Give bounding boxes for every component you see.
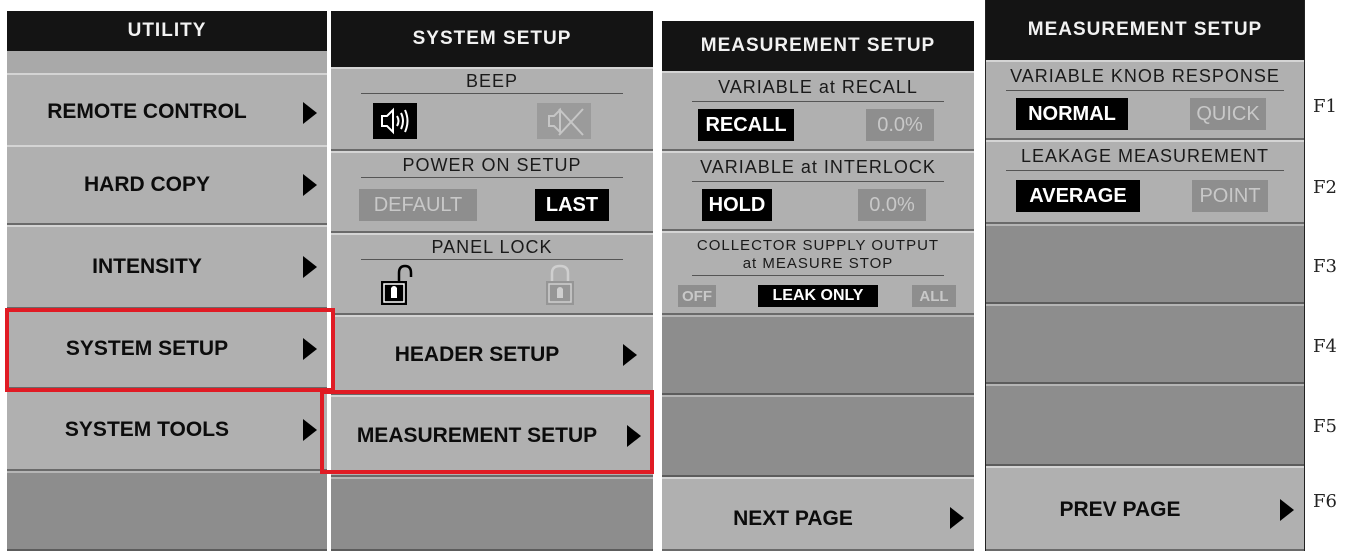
utility-title: UTILITY [7,11,327,51]
padlock-closed-icon[interactable] [543,263,577,307]
system-setup-label: SYSTEM SETUP [65,337,229,360]
arrow-right-icon [623,344,637,366]
prev-page-label: PREV PAGE [1059,498,1181,521]
system-setup-button[interactable]: SYSTEM SETUP [7,309,327,389]
f4-key-label: F4 [1313,336,1337,357]
hard-copy-button[interactable]: HARD COPY [7,145,327,225]
recall-option[interactable]: RECALL [698,109,794,141]
system-tools-label: SYSTEM TOOLS [64,418,230,441]
panel-lock-section: PANEL LOCK [331,233,653,315]
power-on-default-option[interactable]: DEFAULT [359,189,477,221]
empty-slot [986,304,1304,384]
point-option[interactable]: POINT [1192,180,1268,212]
variable-recall-section: VARIABLE at RECALL RECALL 0.0% [662,71,974,151]
f2-key-label: F2 [1313,177,1337,198]
variable-recall-title: VARIABLE at RECALL [718,77,918,97]
empty-slot [662,315,974,395]
empty-slot [662,395,974,477]
arrow-right-icon [303,174,317,196]
divider [361,259,623,260]
next-page-label: NEXT PAGE [733,507,853,530]
intensity-button[interactable]: INTENSITY [7,225,327,309]
collector-supply-title-2: at MEASURE STOP [742,255,894,272]
divider [1006,170,1284,171]
quick-option[interactable]: QUICK [1190,98,1266,130]
measurement-setup-page1-panel: MEASUREMENT SETUP VARIABLE at RECALL REC… [662,21,974,551]
arrow-right-icon [950,507,964,529]
variable-interlock-section: VARIABLE at INTERLOCK HOLD 0.0% [662,151,974,231]
collector-leak-only-option[interactable]: LEAK ONLY [758,285,878,307]
empty-slot [986,384,1304,466]
utility-panel: UTILITY REMOTE CONTROL HARD COPY INTENSI… [7,11,327,551]
speaker-on-icon[interactable] [373,103,417,139]
prev-page-button[interactable]: PREV PAGE [986,466,1304,551]
interlock-zero-percent-option[interactable]: 0.0% [858,189,926,221]
divider [1006,90,1284,91]
arrow-right-icon [1280,499,1294,521]
measurement-setup-title: MEASUREMENT SETUP [662,21,974,71]
measurement-setup-page2-panel: MEASUREMENT SETUP VARIABLE KNOB RESPONSE… [985,0,1305,551]
arrow-right-icon [303,256,317,278]
panel-lock-title: PANEL LOCK [431,237,553,257]
average-option[interactable]: AVERAGE [1016,180,1140,212]
collector-supply-title-1: COLLECTOR SUPPLY OUTPUT [696,237,940,254]
next-page-button[interactable]: NEXT PAGE [662,477,974,551]
remote-control-label: REMOTE CONTROL [47,100,247,123]
f1-key-label: F1 [1313,96,1337,117]
remote-control-button[interactable]: REMOTE CONTROL [7,73,327,151]
beep-title: BEEP [465,71,519,91]
variable-knob-title: VARIABLE KNOB RESPONSE [1010,66,1280,86]
padlock-open-icon[interactable] [379,263,415,307]
arrow-right-icon [627,425,641,447]
f6-key-label: F6 [1313,491,1337,512]
speaker-mute-icon[interactable] [537,103,591,139]
header-setup-label: HEADER SETUP [394,343,560,366]
divider [692,101,944,102]
collector-all-option[interactable]: ALL [912,285,956,307]
f5-key-label: F5 [1313,416,1337,437]
hard-copy-label: HARD COPY [83,173,210,196]
system-setup-panel: SYSTEM SETUP BEEP POWER ON SETUP DEFAULT… [331,11,653,551]
collector-off-option[interactable]: OFF [678,285,716,307]
header-setup-button[interactable]: HEADER SETUP [331,315,653,395]
normal-option[interactable]: NORMAL [1016,98,1128,130]
system-setup-title: SYSTEM SETUP [331,11,653,67]
leakage-measurement-section: LEAKAGE MEASUREMENT AVERAGE POINT [986,140,1304,224]
system-tools-button[interactable]: SYSTEM TOOLS [7,389,327,471]
divider [692,181,944,182]
hold-option[interactable]: HOLD [702,189,772,221]
f3-key-label: F3 [1313,256,1337,277]
divider [692,275,944,276]
leakage-measurement-title: LEAKAGE MEASUREMENT [1020,146,1270,166]
recall-zero-percent-option[interactable]: 0.0% [866,109,934,141]
power-on-setup-section: POWER ON SETUP DEFAULT LAST [331,151,653,233]
empty-slot [986,224,1304,304]
divider [361,177,623,178]
measurement-setup-button[interactable]: MEASUREMENT SETUP [331,395,653,477]
empty-slot [331,477,653,551]
arrow-right-icon [303,102,317,124]
beep-section: BEEP [331,67,653,151]
measurement-setup-title-2: MEASUREMENT SETUP [986,0,1304,60]
divider [361,93,623,94]
arrow-right-icon [303,338,317,360]
variable-knob-section: VARIABLE KNOB RESPONSE NORMAL QUICK [986,60,1304,140]
intensity-label: INTENSITY [92,255,202,278]
power-on-last-option[interactable]: LAST [535,189,609,221]
arrow-right-icon [303,419,317,441]
empty-slot [7,471,327,551]
variable-interlock-title: VARIABLE at INTERLOCK [700,157,936,177]
measurement-setup-label: MEASUREMENT SETUP [356,424,598,447]
collector-supply-section: COLLECTOR SUPPLY OUTPUT at MEASURE STOP … [662,231,974,315]
power-on-setup-title: POWER ON SETUP [402,155,582,175]
